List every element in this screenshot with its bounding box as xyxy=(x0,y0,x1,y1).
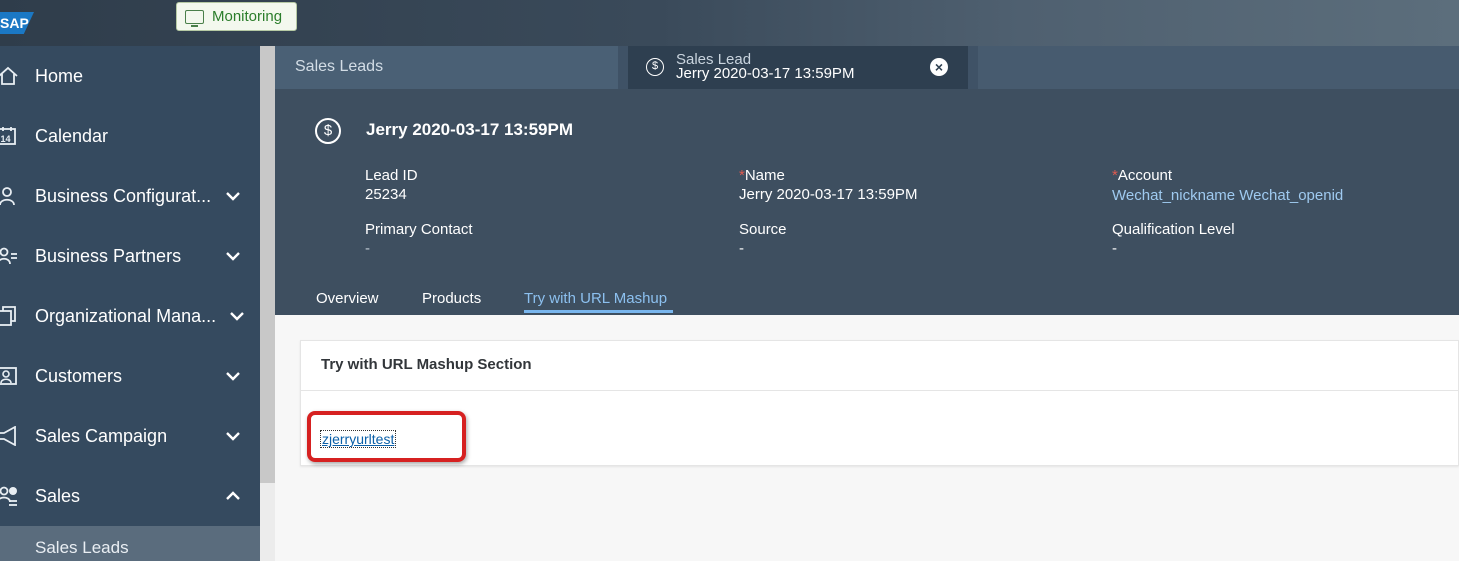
monitor-icon xyxy=(185,9,204,27)
business-config-icon xyxy=(0,187,15,206)
sidebar-item-label: Business Partners xyxy=(35,245,182,266)
name-label-text: Name xyxy=(744,167,785,184)
chevron-down-icon[interactable] xyxy=(222,245,244,267)
tab-sales-lead-detail[interactable]: $ Sales Lead Jerry 2020-03-17 13:59PM × xyxy=(628,46,968,89)
calendar-icon-day: 14 xyxy=(1,134,11,144)
name-value: Jerry 2020-03-17 13:59PM xyxy=(739,186,918,203)
sidebar-item-business-partners[interactable]: Business Partners xyxy=(0,226,260,286)
chevron-down-icon[interactable] xyxy=(222,365,244,387)
sidebar-item-calendar[interactable]: 14 Calendar xyxy=(0,106,260,166)
tab-overview[interactable]: Overview xyxy=(316,290,379,307)
customers-icon xyxy=(0,367,17,385)
sidebar-item-home[interactable]: Home xyxy=(0,46,260,106)
sidebar-item-label: Customers xyxy=(35,365,123,386)
section-title: Try with URL Mashup Section xyxy=(321,356,532,373)
section-divider xyxy=(301,390,1459,391)
source-label: Source xyxy=(739,221,787,238)
tab-empty xyxy=(978,46,1459,89)
sidebar-item-customers[interactable]: Customers xyxy=(0,346,260,406)
tab-object-title: Jerry 2020-03-17 13:59PM xyxy=(676,65,855,82)
business-partners-icon xyxy=(0,247,17,265)
sidebar-item-label: Business Configurat... xyxy=(35,185,212,206)
sidebar-item-label: Calendar xyxy=(35,125,109,146)
sidebar-item-sales[interactable]: Sales xyxy=(0,466,260,526)
tab-sales-leads[interactable]: Sales Leads xyxy=(275,46,618,89)
qualification-level-label: Qualification Level xyxy=(1112,221,1235,238)
monitoring-button[interactable]: Monitoring xyxy=(176,2,297,31)
sidebar-item-label: Sales Campaign xyxy=(35,425,168,446)
page-title: Jerry 2020-03-17 13:59PM xyxy=(366,120,573,139)
sales-icon xyxy=(0,486,17,506)
sidebar: Home 14 Calendar Business Configurat... … xyxy=(0,46,260,561)
dollar-icon: $ xyxy=(646,58,664,76)
sidebar-item-sales-campaign[interactable]: Sales Campaign xyxy=(0,406,260,466)
sidebar-scrollbar-thumb[interactable] xyxy=(260,46,275,483)
lead-id-value: 25234 xyxy=(365,186,407,203)
close-icon[interactable]: × xyxy=(930,58,948,76)
chevron-down-icon[interactable] xyxy=(222,185,244,207)
sap-logo[interactable]: SAP xyxy=(0,12,34,34)
campaign-icon xyxy=(0,426,16,446)
lead-id-label: Lead ID xyxy=(365,167,418,184)
account-link[interactable]: Wechat_nickname Wechat_openid xyxy=(1112,187,1343,204)
home-icon xyxy=(0,66,18,85)
active-tab-indicator xyxy=(524,310,673,313)
account-label-text: Account xyxy=(1117,167,1173,184)
sidebar-item-label: Organizational Mana... xyxy=(35,305,217,326)
source-value: - xyxy=(739,240,744,257)
chevron-up-icon[interactable] xyxy=(222,485,244,507)
tab-products[interactable]: Products xyxy=(422,290,481,307)
dollar-icon: $ xyxy=(315,118,341,144)
name-label: *Name xyxy=(739,167,785,184)
calendar-icon: 14 xyxy=(0,127,16,145)
account-label: *Account xyxy=(1112,167,1172,184)
sidebar-item-label: Home xyxy=(35,65,84,86)
chevron-down-icon[interactable] xyxy=(226,305,248,327)
url-mashup-section: Try with URL Mashup Section xyxy=(300,340,1459,466)
chevron-down-icon[interactable] xyxy=(222,425,244,447)
tab-try-with-url-mashup[interactable]: Try with URL Mashup xyxy=(524,290,667,307)
monitoring-label: Monitoring xyxy=(212,8,283,25)
sidebar-scrollbar-track[interactable] xyxy=(260,483,275,561)
qualification-level-value: - xyxy=(1112,240,1117,257)
sidebar-item-organizational-management[interactable]: Organizational Mana... xyxy=(0,286,260,346)
shell-bar: SAP Monitoring xyxy=(0,0,1459,46)
sidebar-subitem-sales-leads[interactable]: Sales Leads xyxy=(0,526,260,561)
sidebar-item-label: Sales xyxy=(35,485,81,506)
org-management-icon xyxy=(0,306,16,326)
primary-contact-label: Primary Contact xyxy=(365,221,473,238)
highlight-box xyxy=(307,411,466,462)
sidebar-item-business-configuration[interactable]: Business Configurat... xyxy=(0,166,260,226)
primary-contact-value: - xyxy=(365,240,370,257)
